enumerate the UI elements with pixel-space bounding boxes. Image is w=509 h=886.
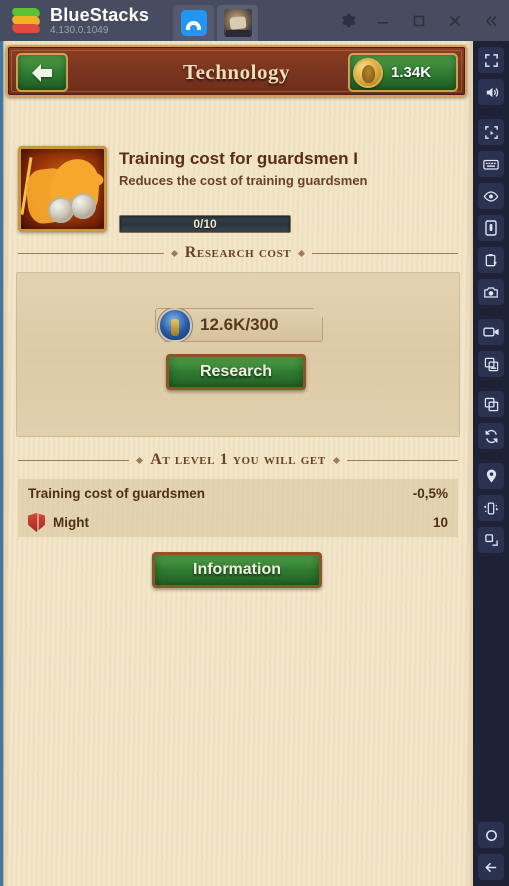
arrow-left-icon bbox=[484, 862, 496, 872]
cavalry-coins-icon bbox=[18, 146, 107, 232]
home-icon bbox=[180, 10, 207, 36]
research-cost-value: 12.6K/300 bbox=[200, 315, 279, 334]
bluestacks-logo-icon bbox=[11, 7, 41, 34]
back-button[interactable] bbox=[16, 53, 68, 92]
fullscreen-icon bbox=[484, 53, 498, 67]
keyboard-icon bbox=[483, 159, 499, 170]
technology-progress-label: 0/10 bbox=[193, 217, 217, 231]
fullscreen-button[interactable] bbox=[478, 47, 504, 73]
currency-display[interactable]: 1.34K bbox=[348, 53, 458, 92]
video-camera-icon bbox=[482, 327, 499, 337]
keymapping-button[interactable] bbox=[478, 151, 504, 177]
information-button[interactable]: Information bbox=[152, 552, 322, 588]
divider-diamond-left-icon bbox=[136, 456, 144, 464]
app-version: 4.130.0.1049 bbox=[50, 24, 109, 36]
camera-icon bbox=[484, 286, 498, 298]
divider-diamond-right-icon bbox=[332, 456, 340, 464]
technology-progress-bar: 0/10 bbox=[119, 215, 291, 233]
multi-window-button[interactable] bbox=[478, 391, 504, 417]
research-cost-heading: Research cost bbox=[184, 244, 292, 261]
resize-corner-icon bbox=[484, 533, 498, 546]
bonus-name: Training cost of guardsmen bbox=[28, 486, 206, 501]
settings-button[interactable] bbox=[329, 0, 365, 41]
screen-record-button[interactable] bbox=[478, 319, 504, 345]
research-button[interactable]: Research bbox=[166, 354, 306, 390]
collapse-sidebar-button[interactable] bbox=[473, 0, 509, 41]
research-cost-chip: 12.6K/300 bbox=[155, 308, 323, 342]
screenshot-button[interactable] bbox=[478, 279, 504, 305]
home-nav-button[interactable] bbox=[478, 822, 504, 848]
shake-button[interactable] bbox=[478, 495, 504, 521]
divider-line-right bbox=[312, 252, 458, 254]
red-shield-icon bbox=[28, 513, 45, 532]
bluestacks-tool-sidebar bbox=[473, 41, 509, 886]
app-name: BlueStacks bbox=[50, 4, 150, 25]
divider-line-left bbox=[18, 459, 130, 461]
map-pin-icon bbox=[486, 469, 496, 483]
bonus-name: Might bbox=[53, 515, 89, 530]
arrow-left-icon bbox=[32, 63, 52, 82]
information-button-label: Information bbox=[193, 561, 281, 578]
home-tab[interactable] bbox=[173, 5, 215, 41]
research-cost-divider: Research cost bbox=[18, 244, 458, 262]
circle-icon bbox=[485, 829, 497, 841]
technology-description: Reduces the cost of training guardsmen bbox=[119, 173, 368, 188]
eye-icon bbox=[483, 190, 499, 202]
crop-corners-icon bbox=[484, 125, 498, 139]
resize-button[interactable] bbox=[478, 527, 504, 553]
minimize-button[interactable] bbox=[365, 0, 401, 41]
rotate-screen-button[interactable] bbox=[478, 215, 504, 241]
game-canvas: Technology 1.34K Training cost for guard… bbox=[0, 41, 473, 886]
multi-instance-button[interactable] bbox=[478, 119, 504, 145]
macro-recorder-button[interactable] bbox=[478, 247, 504, 273]
divider-line-left bbox=[18, 252, 164, 254]
close-button[interactable] bbox=[437, 0, 473, 41]
bonus-value: 10 bbox=[432, 515, 448, 530]
speaker-icon bbox=[486, 87, 498, 97]
research-button-label: Research bbox=[199, 363, 273, 380]
instance-tabs bbox=[173, 0, 259, 41]
copy-icon bbox=[484, 397, 498, 411]
volume-button[interactable] bbox=[478, 79, 504, 105]
divider-line-right bbox=[346, 459, 458, 461]
level-rewards-divider: At level 1 you will get bbox=[18, 451, 458, 469]
clipboard-play-icon bbox=[485, 253, 497, 266]
back-nav-button[interactable] bbox=[478, 854, 504, 880]
image-stack-icon bbox=[484, 357, 498, 371]
bonus-value: -0,5% bbox=[412, 486, 448, 501]
list-item: Might 10 bbox=[28, 508, 448, 537]
bluestacks-brand: BlueStacks 4.130.0.1049 bbox=[50, 6, 149, 36]
list-item: Training cost of guardsmen -0,5% bbox=[28, 479, 448, 508]
media-manager-button[interactable] bbox=[478, 351, 504, 377]
divider-diamond-right-icon bbox=[298, 249, 306, 257]
gold-coin-icon bbox=[353, 57, 383, 88]
sync-button[interactable] bbox=[478, 423, 504, 449]
technology-title: Training cost for guardsmen I bbox=[119, 149, 358, 168]
refresh-icon bbox=[485, 429, 497, 443]
maximize-button[interactable] bbox=[401, 0, 437, 41]
currency-value: 1.34K bbox=[391, 64, 432, 81]
shake-device-icon bbox=[483, 502, 499, 514]
window-buttons bbox=[329, 0, 509, 41]
game-header-bar: Technology 1.34K bbox=[6, 45, 467, 97]
level-rewards-heading: At level 1 you will get bbox=[150, 451, 326, 468]
game-tab[interactable] bbox=[217, 5, 259, 41]
game-thumbnail-icon bbox=[223, 9, 252, 37]
bluestacks-titlebar: BlueStacks 4.130.0.1049 bbox=[0, 0, 509, 41]
location-button[interactable] bbox=[478, 463, 504, 489]
eye-button[interactable] bbox=[478, 183, 504, 209]
blue-helmet-icon bbox=[160, 310, 190, 340]
divider-diamond-left-icon bbox=[170, 249, 178, 257]
level-bonus-list: Training cost of guardsmen -0,5% Might 1… bbox=[18, 479, 458, 537]
bluestacks-window: BlueStacks 4.130.0.1049 Technology 1.34K… bbox=[0, 0, 509, 886]
phone-icon bbox=[485, 220, 497, 236]
